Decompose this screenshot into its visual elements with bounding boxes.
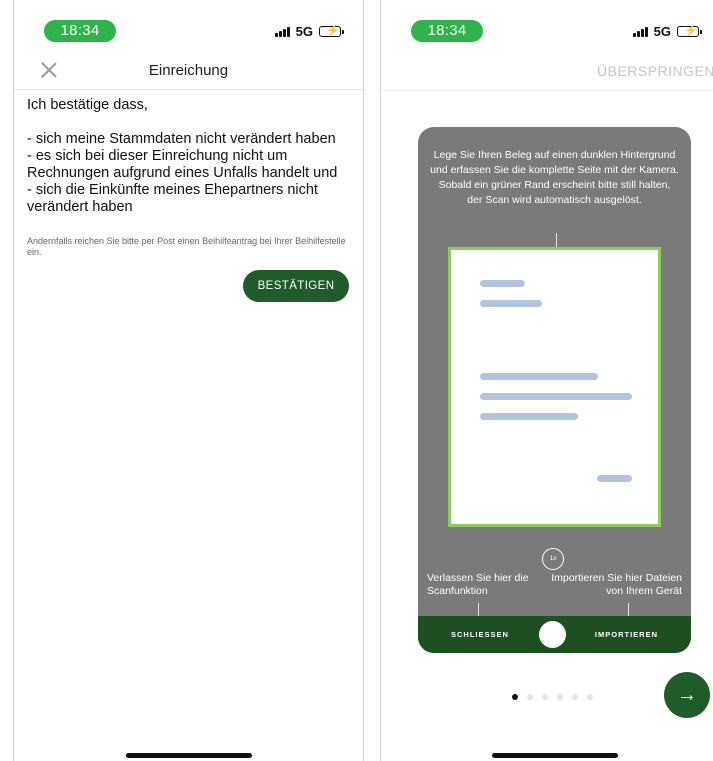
document-text-line: [480, 280, 525, 287]
divider: [381, 90, 713, 91]
page-dot[interactable]: [587, 694, 593, 700]
callout-line: [556, 233, 557, 247]
battery-charging-icon: ⚡: [319, 25, 344, 37]
document-text-line: [597, 475, 632, 482]
home-indicator: [492, 753, 618, 758]
status-bar: 18:34 5G ⚡: [381, 0, 713, 46]
page-dot[interactable]: [542, 694, 548, 700]
callout-line: [628, 603, 629, 617]
import-callout: Importieren Sie hier Dateien von Ihrem G…: [551, 572, 682, 597]
nav-bar: Einreichung: [14, 56, 363, 90]
next-button[interactable]: →: [664, 672, 710, 718]
home-indicator: [126, 753, 252, 758]
page-indicator: [512, 694, 593, 700]
document-text-line: [480, 373, 598, 380]
page-dot[interactable]: [512, 694, 518, 700]
confirmation-screen: 18:34 5G ⚡ Einreichung Ich bestätige das…: [13, 0, 364, 761]
confirmation-item: - sich die Einkünfte meines Ehepartners …: [27, 182, 318, 215]
document-text-line: [480, 413, 578, 420]
arrow-right-icon: →: [677, 684, 697, 706]
confirmation-item: - es sich bei dieser Einreichung nicht u…: [27, 148, 338, 181]
import-button[interactable]: IMPORTIEREN: [595, 630, 658, 639]
scan-toolbar: SCHLIESSEN IMPORTIEREN: [418, 616, 691, 653]
document-text-line: [480, 300, 542, 307]
close-callout: Verlassen Sie hier die Scanfunktion: [427, 572, 529, 597]
status-icons: 5G ⚡: [632, 24, 702, 39]
confirm-button[interactable]: BESTÄTIGEN: [243, 270, 349, 302]
confirmation-heading: Ich bestätige dass,: [27, 97, 148, 113]
close-scan-button[interactable]: SCHLIESSEN: [451, 630, 509, 639]
scan-instructions: Lege Sie Ihren Beleg auf einen dunklen H…: [430, 149, 679, 206]
network-label: 5G: [653, 24, 671, 39]
scan-tutorial-screen: 18:34 5G ⚡ ÜBERSPRINGEN Lege Sie Ihren B…: [380, 0, 713, 761]
postal-note: Andernfalls reichen Sie bitte per Post e…: [27, 236, 346, 257]
page-title: Einreichung: [148, 62, 229, 79]
page-dot[interactable]: [557, 694, 563, 700]
signal-icon: [632, 26, 648, 37]
signal-icon: [274, 26, 290, 37]
status-icons: 5G ⚡: [274, 24, 344, 39]
status-bar: 18:34 5G ⚡: [14, 0, 363, 46]
page-dot[interactable]: [572, 694, 578, 700]
confirmation-statement: Ich bestätige dass, - sich meine Stammda…: [27, 97, 351, 216]
zoom-toggle[interactable]: 1x: [542, 548, 564, 570]
document-frame: [448, 247, 661, 527]
shutter-button[interactable]: [539, 621, 566, 648]
status-time: 18:34: [44, 20, 116, 42]
skip-button[interactable]: ÜBERSPRINGEN: [597, 63, 713, 79]
scan-illustration: Lege Sie Ihren Beleg auf einen dunklen H…: [418, 127, 691, 653]
page-dot[interactable]: [527, 694, 533, 700]
callout-line: [478, 603, 479, 617]
confirmation-item: - sich meine Stammdaten nicht verändert …: [27, 131, 336, 147]
status-time: 18:34: [411, 20, 483, 42]
network-label: 5G: [295, 24, 313, 39]
document-text-line: [480, 393, 632, 400]
battery-charging-icon: ⚡: [677, 25, 702, 37]
